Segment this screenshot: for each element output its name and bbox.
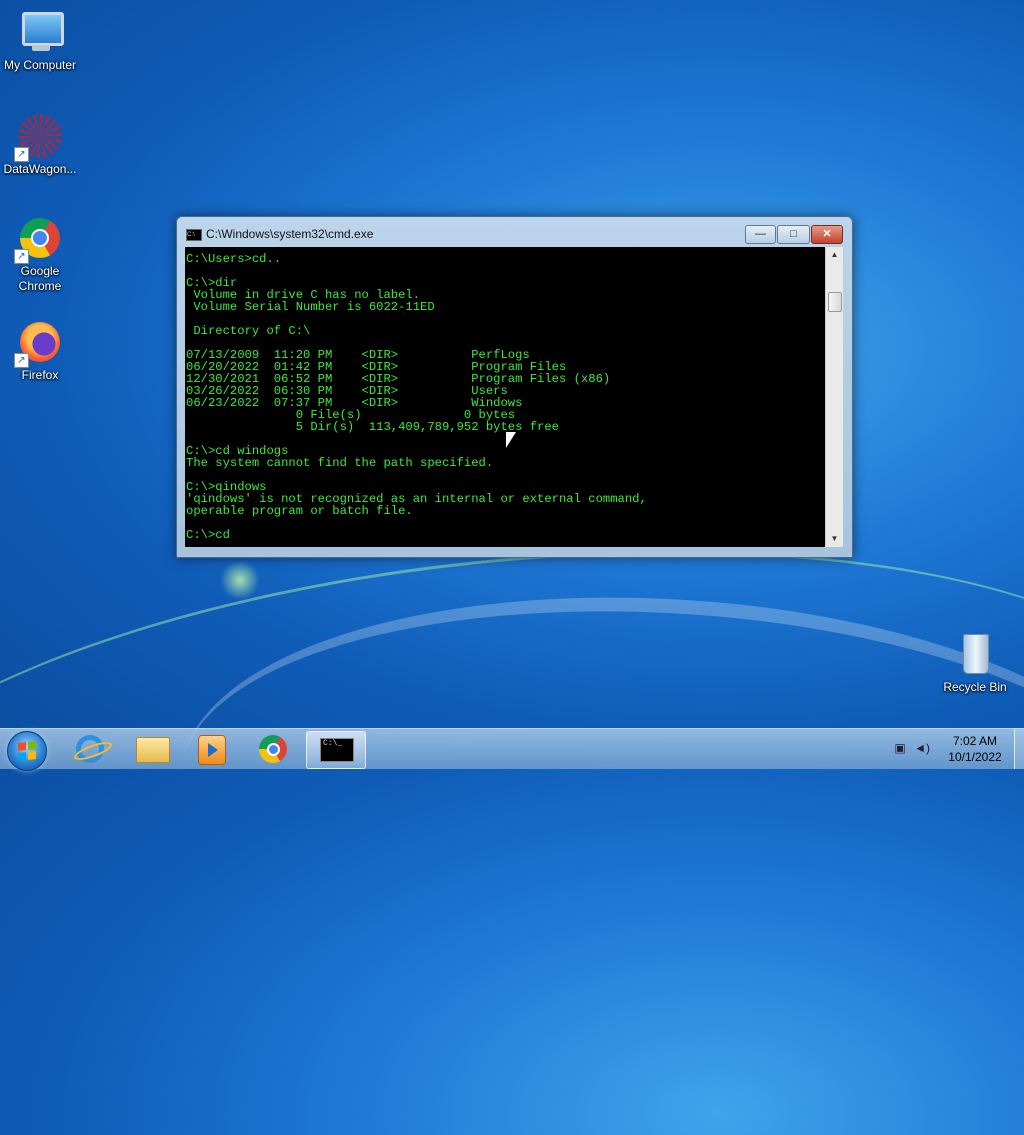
desktop-icon-chrome[interactable]: ↗ Google Chrome	[0, 214, 80, 294]
window-title: C:\Windows\system32\cmd.exe	[206, 227, 374, 241]
desktop-icon-label: DataWagon...	[3, 162, 77, 176]
scrollbar-thumb[interactable]	[828, 292, 842, 312]
maximize-button[interactable]: □	[777, 225, 810, 244]
clock-date: 10/1/2022	[948, 750, 1002, 764]
minimize-button[interactable]: —	[745, 225, 776, 244]
wallpaper-glow	[220, 560, 260, 600]
volume-icon[interactable]: ◄)	[914, 741, 930, 755]
scroll-up-arrow-icon[interactable]: ▲	[826, 248, 843, 262]
console-area[interactable]: C:\Users>cd.. C:\>dir Volume in drive C …	[185, 247, 825, 547]
console-output: C:\Users>cd.. C:\>dir Volume in drive C …	[186, 252, 647, 542]
taskbar-item-chrome[interactable]	[244, 731, 302, 767]
taskbar-item-windows-explorer[interactable]	[122, 731, 180, 767]
system-tray: ▣ ◄) 7:02 AM 10/1/2022	[886, 729, 1024, 769]
network-icon[interactable]: ▣	[892, 741, 908, 755]
cmd-icon: C:\	[186, 229, 202, 241]
internet-explorer-icon	[76, 735, 104, 763]
desktop-icon-label: My Computer	[3, 58, 77, 72]
taskbar-item-cmd[interactable]: C:\_	[306, 731, 366, 769]
datawagon-icon: ↗	[14, 112, 64, 162]
clock[interactable]: 7:02 AM 10/1/2022	[944, 733, 1006, 765]
cmd-icon: C:\_	[320, 738, 354, 762]
media-player-icon	[198, 735, 226, 765]
firefox-icon: ↗	[14, 318, 64, 368]
taskbar-item-internet-explorer[interactable]	[60, 731, 118, 767]
shortcut-arrow-icon: ↗	[14, 147, 29, 162]
taskbar-item-media-player[interactable]	[182, 731, 240, 767]
taskbar: C:\_ ▣ ◄) 7:02 AM 10/1/2022	[0, 728, 1024, 771]
desktop-icon-firefox[interactable]: ↗ Firefox	[0, 318, 80, 383]
vertical-scrollbar[interactable]: ▲ ▼	[825, 247, 843, 547]
scroll-down-arrow-icon[interactable]: ▼	[826, 532, 843, 546]
start-button[interactable]	[7, 731, 47, 771]
wallpaper-swoosh-light	[166, 565, 1024, 1049]
desktop-icon-datawagon[interactable]: ↗ DataWagon...	[0, 112, 80, 177]
wallpaper-swoosh	[0, 488, 1024, 1135]
cmd-window[interactable]: C:\ C:\Windows\system32\cmd.exe — □ ✕ C:…	[176, 216, 853, 558]
show-desktop-button[interactable]	[1014, 729, 1024, 769]
desktop-icon-label: Google Chrome	[18, 264, 62, 293]
desktop-icon-recycle-bin[interactable]: Recycle Bin	[935, 630, 1015, 695]
close-button[interactable]: ✕	[811, 225, 843, 244]
windows-logo-icon	[18, 741, 36, 761]
chrome-icon: ↗	[14, 214, 64, 264]
recycle-bin-icon	[951, 630, 999, 678]
shortcut-arrow-icon: ↗	[14, 353, 29, 368]
clock-time: 7:02 AM	[952, 734, 998, 748]
desktop-icon-label: Recycle Bin	[943, 680, 1007, 694]
title-bar[interactable]: C:\ C:\Windows\system32\cmd.exe — □ ✕	[177, 217, 852, 247]
computer-icon	[16, 8, 64, 56]
desktop-icon-label: Firefox	[21, 368, 59, 382]
shortcut-arrow-icon: ↗	[14, 249, 29, 264]
desktop-icon-my-computer[interactable]: My Computer	[0, 8, 80, 73]
mouse-cursor-icon	[506, 432, 516, 448]
chrome-icon	[259, 735, 287, 763]
folder-icon	[136, 737, 170, 763]
